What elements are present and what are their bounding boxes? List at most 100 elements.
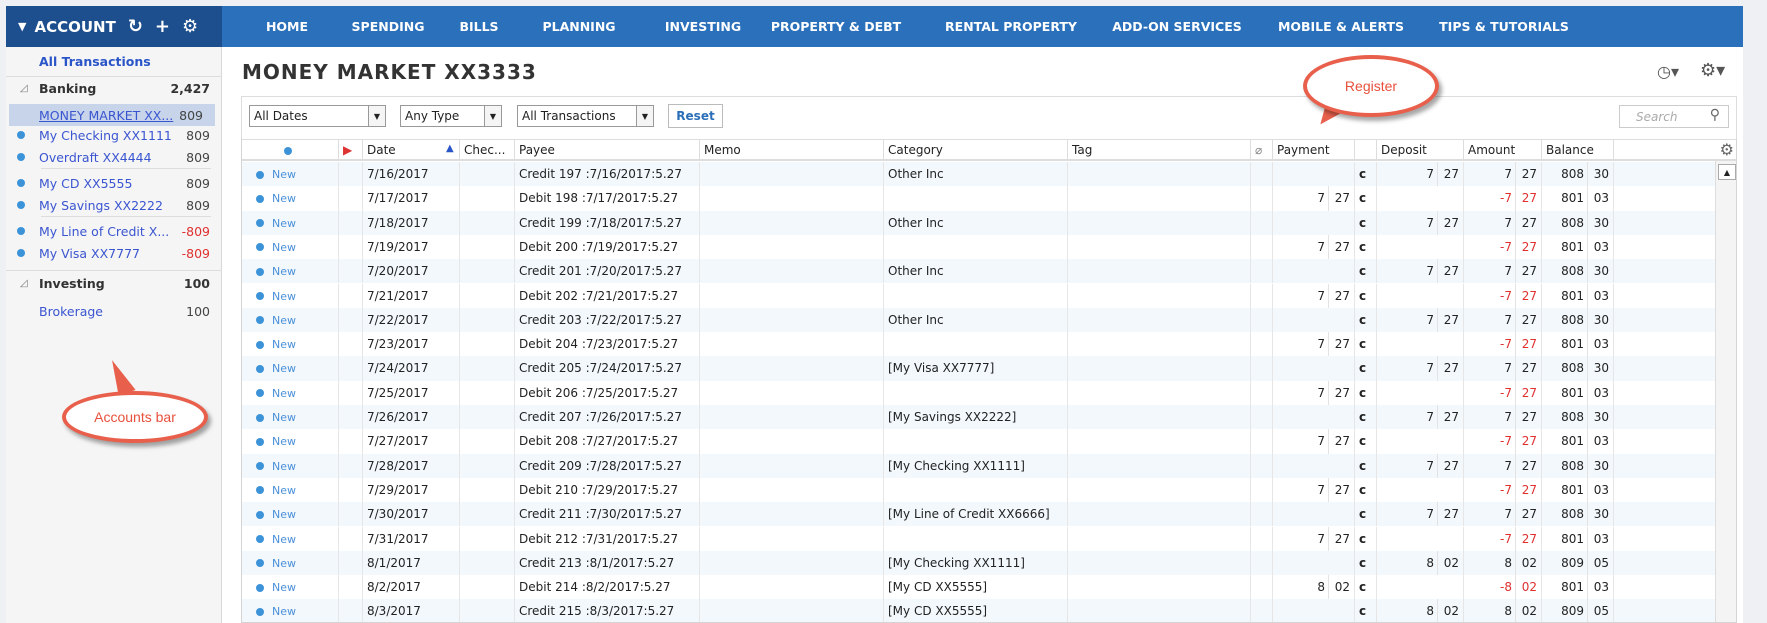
amount-cell[interactable]: 7 27: [1464, 307, 1542, 333]
deposit-cell[interactable]: 7 27: [1377, 259, 1464, 284]
cleared-cell[interactable]: c: [1355, 429, 1377, 454]
date-cell[interactable]: 7/23/2017: [363, 332, 460, 357]
amount-cell[interactable]: -7 27: [1464, 477, 1542, 503]
payment-cell[interactable]: [1273, 307, 1355, 333]
payee-cell[interactable]: Debit 204 :7/23/2017:5.27: [515, 332, 700, 357]
sidebar-group-banking[interactable]: ◿ Banking 2,427: [6, 77, 222, 99]
column-header-chec[interactable]: Chec...: [460, 140, 515, 160]
amount-cell[interactable]: -7 27: [1464, 332, 1542, 357]
memo-cell[interactable]: [700, 332, 884, 357]
category-cell[interactable]: [884, 332, 1068, 357]
tag-cell[interactable]: [1068, 356, 1251, 381]
sidebar-item-account[interactable]: My Visa XX7777 -809: [6, 242, 222, 264]
cleared-cell[interactable]: c: [1355, 380, 1377, 405]
column-settings-gear-icon[interactable]: ⚙: [1720, 140, 1734, 160]
amount-cell[interactable]: 7 27: [1464, 162, 1542, 187]
deposit-cell[interactable]: 7 27: [1377, 502, 1464, 527]
account-label[interactable]: My Visa XX7777: [39, 246, 140, 261]
tag-cell[interactable]: [1068, 186, 1251, 211]
check-cell[interactable]: [460, 429, 515, 454]
cleared-cell[interactable]: c: [1355, 210, 1377, 235]
sidebar-all-transactions[interactable]: All Transactions: [6, 50, 222, 72]
sidebar-item-brokerage[interactable]: Brokerage 100: [6, 300, 222, 322]
flag-cell[interactable]: [339, 477, 363, 503]
nav-tab-home[interactable]: HOME: [266, 6, 308, 47]
date-cell[interactable]: 7/16/2017: [363, 162, 460, 187]
cleared-cell[interactable]: c: [1355, 332, 1377, 357]
deposit-cell[interactable]: 7 27: [1377, 210, 1464, 235]
attachment-cell[interactable]: [1251, 234, 1273, 260]
amount-cell[interactable]: -7 27: [1464, 186, 1542, 211]
column-header-memo[interactable]: Memo: [700, 140, 884, 160]
nav-tab-spending[interactable]: SPENDING: [352, 6, 425, 47]
date-cell[interactable]: 7/29/2017: [363, 477, 460, 503]
flag-cell[interactable]: [339, 186, 363, 211]
memo-cell[interactable]: [700, 526, 884, 551]
table-row[interactable]: New 7/16/2017 Credit 197 :7/16/2017:5.27 Ot…: [242, 162, 1715, 187]
caret-down-icon[interactable]: ▼: [18, 20, 26, 33]
payee-cell[interactable]: Credit 203 :7/22/2017:5.27: [515, 307, 700, 333]
payee-cell[interactable]: Credit 215 :8/3/2017:5.27: [515, 599, 700, 622]
table-row[interactable]: New 7/23/2017 Debit 204 :7/23/2017:5.27 7 27…: [242, 332, 1715, 357]
status-cell[interactable]: New: [242, 526, 339, 551]
date-cell[interactable]: 7/20/2017: [363, 259, 460, 284]
flag-cell[interactable]: [339, 502, 363, 527]
tag-cell[interactable]: [1068, 599, 1251, 622]
gear-icon[interactable]: ⚙: [182, 16, 198, 37]
category-cell[interactable]: [884, 186, 1068, 211]
attachment-cell[interactable]: [1251, 356, 1273, 381]
balance-cell[interactable]: 808 30: [1542, 259, 1614, 284]
status-cell[interactable]: New: [242, 332, 339, 357]
category-cell[interactable]: [My Savings XX2222]: [884, 405, 1068, 430]
amount-cell[interactable]: -8 02: [1464, 575, 1542, 600]
date-cell[interactable]: 7/18/2017: [363, 210, 460, 235]
flag-cell[interactable]: [339, 259, 363, 284]
payment-cell[interactable]: [1273, 550, 1355, 576]
account-label[interactable]: Brokerage: [39, 304, 103, 319]
deposit-cell[interactable]: [1377, 332, 1464, 357]
flag-cell[interactable]: [339, 307, 363, 333]
tag-cell[interactable]: [1068, 405, 1251, 430]
attachment-cell[interactable]: [1251, 453, 1273, 478]
tag-cell[interactable]: [1068, 453, 1251, 478]
chevron-down-icon[interactable]: ▼: [368, 106, 385, 126]
deposit-cell[interactable]: 7 27: [1377, 307, 1464, 333]
sidebar-item-account[interactable]: My Line of Credit X... -809: [6, 220, 222, 242]
check-cell[interactable]: [460, 575, 515, 600]
check-cell[interactable]: [460, 599, 515, 622]
check-cell[interactable]: [460, 405, 515, 430]
scroll-up-icon[interactable]: ▲: [1718, 164, 1736, 180]
memo-cell[interactable]: [700, 575, 884, 600]
table-row[interactable]: New 7/25/2017 Debit 206 :7/25/2017:5.27 7 27…: [242, 380, 1715, 405]
search-input[interactable]: Search ⚲: [1619, 105, 1729, 128]
category-cell[interactable]: [884, 283, 1068, 308]
sort-ascending-icon[interactable]: ▲: [446, 143, 454, 154]
nav-tab-investing[interactable]: INVESTING: [665, 6, 741, 47]
status-cell[interactable]: New: [242, 405, 339, 430]
payee-cell[interactable]: Credit 205 :7/24/2017:5.27: [515, 356, 700, 381]
memo-cell[interactable]: [700, 429, 884, 454]
tag-cell[interactable]: [1068, 234, 1251, 260]
category-cell[interactable]: [My CD XX5555]: [884, 599, 1068, 622]
balance-cell[interactable]: 801 03: [1542, 332, 1614, 357]
cleared-cell[interactable]: c: [1355, 405, 1377, 430]
amount-cell[interactable]: -7 27: [1464, 283, 1542, 308]
payment-cell[interactable]: [1273, 162, 1355, 187]
tag-cell[interactable]: [1068, 283, 1251, 308]
payment-cell[interactable]: 7 27: [1273, 429, 1355, 454]
accounts-label[interactable]: ACCOUNT: [34, 18, 115, 36]
date-cell[interactable]: 7/26/2017: [363, 405, 460, 430]
payment-cell[interactable]: 7 27: [1273, 477, 1355, 503]
payment-cell[interactable]: [1273, 405, 1355, 430]
amount-cell[interactable]: 8 02: [1464, 599, 1542, 622]
nav-tab-property-debt[interactable]: PROPERTY & DEBT: [771, 6, 901, 47]
payment-cell[interactable]: 8 02: [1273, 575, 1355, 600]
date-cell[interactable]: 7/21/2017: [363, 283, 460, 308]
amount-cell[interactable]: 7 27: [1464, 453, 1542, 478]
table-row[interactable]: New 7/29/2017 Debit 210 :7/29/2017:5.27 7 27…: [242, 477, 1715, 503]
table-row[interactable]: New 7/30/2017 Credit 211 :7/30/2017:5.27 [M…: [242, 502, 1715, 527]
attachment-cell[interactable]: [1251, 162, 1273, 187]
transactions-filter-select[interactable]: All Transactions ▼: [517, 105, 654, 127]
payee-cell[interactable]: Credit 201 :7/20/2017:5.27: [515, 259, 700, 284]
account-label[interactable]: My Line of Credit X...: [39, 224, 169, 239]
